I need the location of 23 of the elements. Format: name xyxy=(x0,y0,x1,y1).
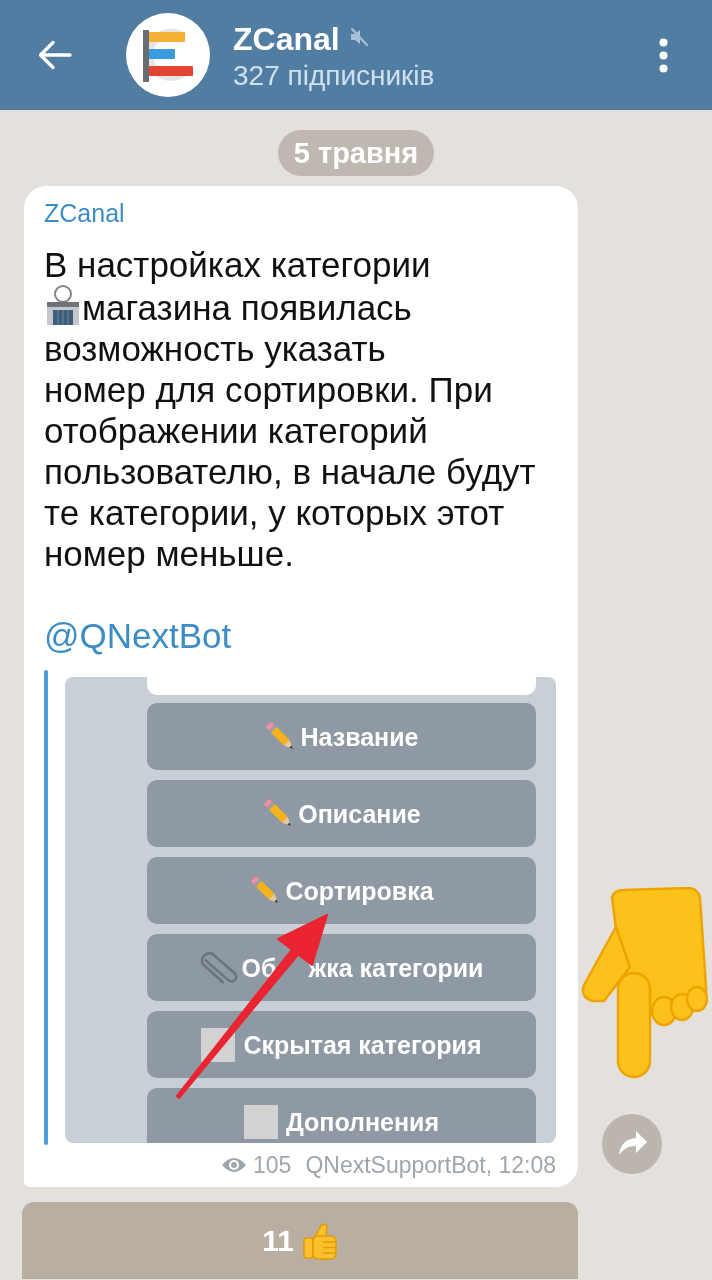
views-eye-icon xyxy=(221,1156,247,1174)
square-icon xyxy=(243,1104,278,1139)
date-pill: 5 травня xyxy=(277,130,435,176)
bot-keyboard-button: Название xyxy=(147,703,536,770)
reaction-button[interactable]: 11 xyxy=(22,1202,578,1279)
bot-keyboard-button: Об жка категории xyxy=(147,934,536,1001)
bot-keyboard-button: Дополнения xyxy=(147,1088,536,1143)
post-signature: QNextSupportBot, 12:08 xyxy=(305,1153,556,1177)
back-icon[interactable] xyxy=(38,40,72,70)
view-count: 105 xyxy=(253,1153,292,1177)
menu-icon[interactable] xyxy=(659,37,668,73)
bot-keyboard-button: Описание xyxy=(147,780,536,847)
message-text: В настройках категории магазина появилась возможность указать номер для сортировки. При отображении категорий пользователю, в начале будут те категории, у которых этот номер меньше. xyxy=(44,244,537,574)
sender-name[interactable]: ZCanal xyxy=(44,200,125,226)
bot-link[interactable]: @QNextBot xyxy=(44,615,232,656)
thumbs-up-icon xyxy=(301,1221,338,1260)
bot-keyboard-button: Сортировка xyxy=(147,857,536,924)
screenshot-preview[interactable]: Название Описание Сортировка Об жка категории Скрытая категория Дополнения xyxy=(65,677,556,1143)
channel-title[interactable]: ZCanal xyxy=(233,20,340,57)
channel-logo-icon[interactable] xyxy=(126,13,210,97)
subscriber-count: 327 підписників xyxy=(233,59,436,92)
bot-keyboard-button: Скрытая категория xyxy=(147,1011,536,1078)
convenience-store-icon xyxy=(44,285,82,325)
